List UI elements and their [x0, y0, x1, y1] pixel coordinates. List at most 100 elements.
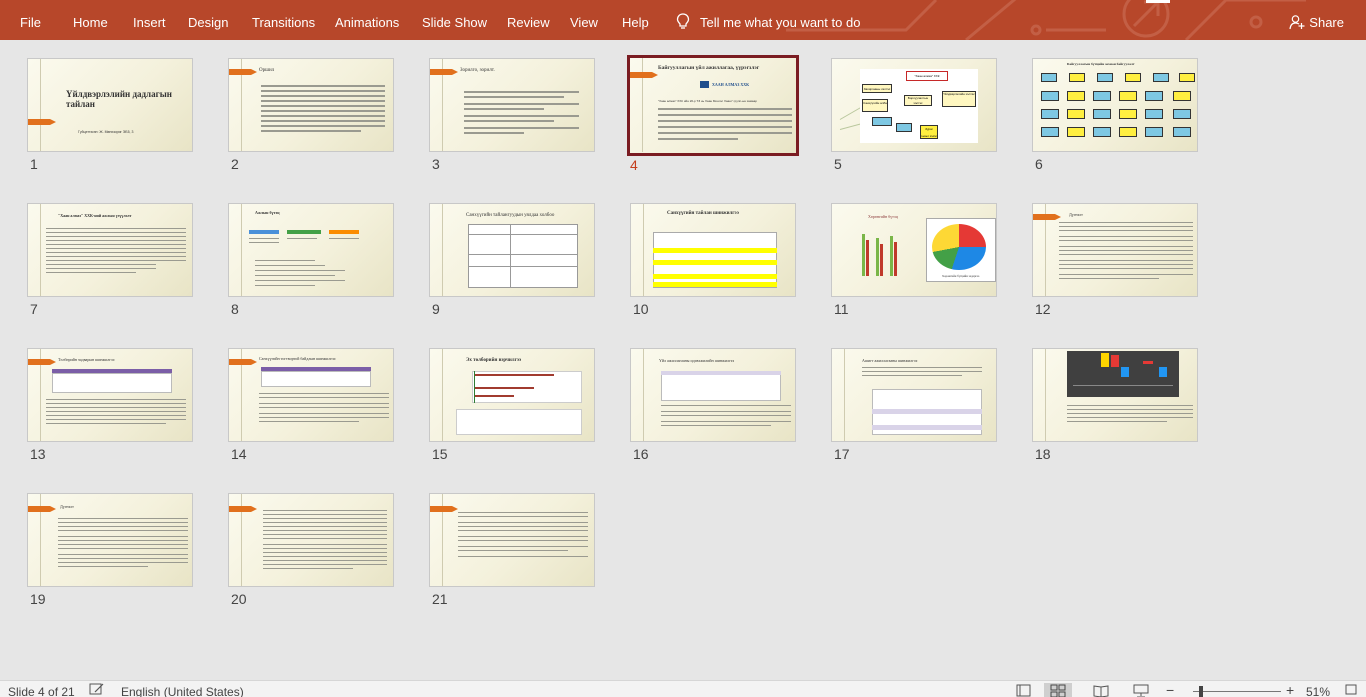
text-line: [661, 411, 791, 412]
slide-6[interactable]: Байгууллагын бүтцийн зохион байгуулалт 6: [1032, 58, 1198, 172]
slide-title: Дүгнэлт: [60, 504, 74, 509]
language-indicator[interactable]: English (United States): [121, 685, 244, 697]
slide-number: 6: [1035, 156, 1043, 172]
text-line: [1059, 260, 1193, 261]
text-line: [1067, 421, 1167, 422]
slide-thumbnail[interactable]: Зорилго, зорилт.: [429, 58, 595, 152]
tab-slide-show[interactable]: Slide Show: [422, 0, 487, 40]
slide-2[interactable]: Оршил 2: [228, 58, 394, 172]
slide-thumbnail[interactable]: Санхүүгийн тайлангуудын уялдаа холбоо: [429, 203, 595, 297]
text-line: [46, 423, 166, 424]
slide-title: Санхүүгийн тогтвортой байдлын шинжилгээ: [259, 356, 336, 361]
slide-thumbnail[interactable]: Санхүүгийн тайлан шинжилгээ: [630, 203, 796, 297]
slide-8[interactable]: Ажлын бүтэц 8: [228, 203, 394, 317]
tell-me-box[interactable]: Tell me what you want to do: [676, 0, 860, 40]
slide-3[interactable]: Зорилго, зорилт. 3: [429, 58, 595, 172]
zoom-slider-handle[interactable]: [1199, 686, 1203, 697]
text-line: [46, 419, 186, 420]
text-line: [263, 548, 387, 549]
text-line: [458, 546, 588, 547]
text-line: [58, 558, 188, 559]
slide-12[interactable]: Дүгнэлт 12: [1032, 203, 1198, 317]
slide-18[interactable]: 18: [1032, 348, 1198, 462]
slide-thumbnail[interactable]: Байгууллагын бүтцийн зохион байгуулалт: [1032, 58, 1198, 152]
slide-14[interactable]: Санхүүгийн тогтвортой байдлын шинжилгээ …: [228, 348, 394, 462]
tab-view[interactable]: View: [570, 0, 598, 40]
slide-thumbnail[interactable]: Санхүүгийн тогтвортой байдлын шинжилгээ: [228, 348, 394, 442]
text-line: [458, 516, 588, 517]
slide-thumbnail[interactable]: Дүгнэлт: [27, 493, 193, 587]
slide-19[interactable]: Дүгнэлт 19: [27, 493, 193, 607]
slide-5[interactable]: "Хаан алмаз" ХХК Захиргааны хэлтэс Борлу…: [831, 58, 997, 172]
slide-thumbnail[interactable]: "Хаан алмаз" ХХК-ний ажлын үзүүлэлт: [27, 203, 193, 297]
slide-thumbnail-selected[interactable]: Байгууллагын үйл ажиллагаа, үүрэгзлэг ХА…: [627, 55, 799, 156]
tab-file[interactable]: File: [20, 0, 41, 40]
tab-transitions[interactable]: Transitions: [252, 0, 315, 40]
slide-21[interactable]: 21: [429, 493, 595, 607]
tab-animations[interactable]: Animations: [335, 0, 399, 40]
tab-insert[interactable]: Insert: [133, 0, 166, 40]
slide-thumbnail[interactable]: Ажлын бүтэц: [228, 203, 394, 297]
slide-13[interactable]: Төлбөрийн чадварын шинжилгээ 13: [27, 348, 193, 462]
slide-4[interactable]: Байгууллагын үйл ажиллагаа, үүрэгзлэг ХА…: [627, 55, 799, 173]
slide-1[interactable]: Үйлдвэрлэлийн дадлагын тайлан Гүйцэтгэсэ…: [27, 58, 193, 172]
normal-view-icon: [1016, 684, 1031, 697]
text-line: [46, 252, 186, 253]
slide-11[interactable]: Хөрөнгийн бүтэц Хөрөнгийн бүтцийн задарг…: [831, 203, 997, 317]
slide-thumbnail[interactable]: [1032, 348, 1198, 442]
slide-show-button[interactable]: [1127, 683, 1155, 697]
slide-thumbnail[interactable]: [429, 493, 595, 587]
tab-home[interactable]: Home: [73, 0, 108, 40]
slide-thumbnail[interactable]: Хөрөнгийн бүтэц Хөрөнгийн бүтцийн задарг…: [831, 203, 997, 297]
org-box: [1125, 73, 1141, 82]
text-line: [255, 285, 315, 286]
slide-20[interactable]: 20: [228, 493, 394, 607]
spell-check-icon[interactable]: [89, 683, 105, 696]
zoom-in-button[interactable]: +: [1286, 682, 1294, 697]
slide-thumbnail[interactable]: Үйл ажиллагааны идэвхжилийн шинжилгээ: [630, 348, 796, 442]
slide-thumbnail[interactable]: Үйлдвэрлэлийн дадлагын тайлан Гүйцэтгэсэ…: [27, 58, 193, 152]
slide-thumbnail[interactable]: Ашигт ажиллагааны шинжилгээ: [831, 348, 997, 442]
window-control[interactable]: [1146, 0, 1170, 3]
slide-thumbnail[interactable]: Оршил: [228, 58, 394, 152]
reading-view-button[interactable]: [1087, 683, 1115, 697]
slide-sorter-view-button[interactable]: [1044, 683, 1072, 697]
chart-bar: [1159, 367, 1167, 377]
zoom-slider-track[interactable]: [1193, 691, 1281, 692]
slide-15[interactable]: Эх төлбөрийн вэрчилгээ 15: [429, 348, 595, 462]
slide-thumbnail[interactable]: Төлбөрийн чадварын шинжилгээ: [27, 348, 193, 442]
slide-thumbnail[interactable]: Дүгнэлт: [1032, 203, 1198, 297]
org-box-top: "Хаан алмаз" ХХК: [906, 71, 948, 81]
slide-thumbnail[interactable]: "Хаан алмаз" ХХК Захиргааны хэлтэс Борлу…: [831, 58, 997, 152]
normal-view-button[interactable]: [1010, 683, 1038, 697]
slide-10[interactable]: Санхүүгийн тайлан шинжилгээ 10: [630, 203, 796, 317]
chart-bar: [862, 234, 865, 276]
slide-number: 12: [1035, 301, 1051, 317]
slide-decoration: [442, 204, 443, 296]
share-button[interactable]: Share: [1289, 0, 1344, 40]
slide-16[interactable]: Үйл ажиллагааны идэвхжилийн шинжилгээ 16: [630, 348, 796, 462]
table-rule: [468, 254, 578, 255]
text-line: [249, 238, 279, 239]
slide-thumbnail[interactable]: Эх төлбөрийн вэрчилгээ: [429, 348, 595, 442]
chart-bar: [1121, 367, 1129, 377]
fit-to-window-icon[interactable]: [1344, 683, 1358, 696]
text-line: [263, 518, 387, 519]
slide-number: 16: [633, 446, 649, 462]
tab-review[interactable]: Review: [507, 0, 550, 40]
slide-accent-bar: [1033, 214, 1061, 220]
text-line: [263, 538, 387, 539]
slide-17[interactable]: Ашигт ажиллагааны шинжилгээ 17: [831, 348, 997, 462]
zoom-out-button[interactable]: −: [1166, 682, 1174, 697]
text-line: [1059, 236, 1193, 237]
slide-sorter: Үйлдвэрлэлийн дадлагын тайлан Гүйцэтгэсэ…: [0, 40, 1366, 680]
tab-design[interactable]: Design: [188, 0, 228, 40]
slide-thumbnail[interactable]: [228, 493, 394, 587]
slide-9[interactable]: Санхүүгийн тайлангуудын уялдаа холбоо 9: [429, 203, 595, 317]
slide-number: 14: [231, 446, 247, 462]
text-line: [658, 132, 792, 134]
tab-help[interactable]: Help: [622, 0, 649, 40]
table-highlight-row: [653, 260, 777, 265]
slide-7[interactable]: "Хаан алмаз" ХХК-ний ажлын үзүүлэлт 7: [27, 203, 193, 317]
zoom-level[interactable]: 51%: [1306, 685, 1330, 697]
